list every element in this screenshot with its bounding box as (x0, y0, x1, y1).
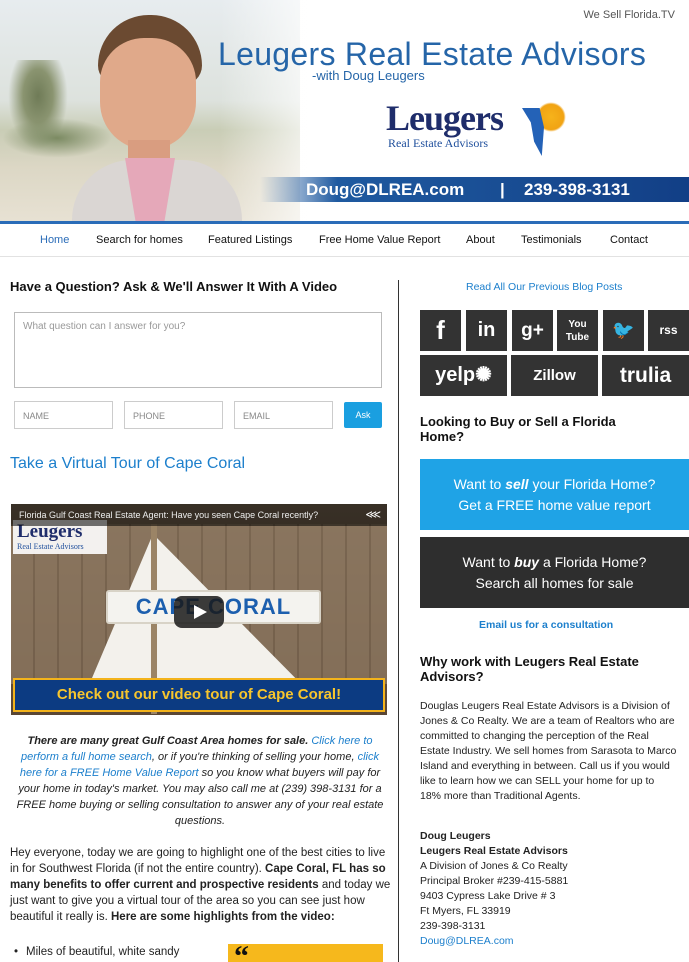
body-paragraph: Hey everyone, today we are going to high… (10, 847, 391, 923)
buy-home-button[interactable]: Want to buy a Florida Home? Search all h… (420, 537, 689, 608)
rss-icon[interactable]: rss (648, 310, 689, 351)
header-separator: | (500, 180, 505, 199)
ask-button[interactable]: Ask (344, 402, 382, 428)
logo-tag-text: Real Estate Advisors (388, 136, 488, 150)
buy-sell-heading: Looking to Buy or Sell a Florida Home? (420, 414, 616, 444)
youtube-icon[interactable]: You Tube (557, 310, 598, 351)
contact-phone[interactable]: 239-398-3131 (420, 919, 568, 934)
trulia-icon[interactable]: trulia (602, 355, 689, 396)
quote-icon: “ (234, 944, 249, 962)
nav-free-home-value[interactable]: Free Home Value Report (319, 234, 440, 246)
email-consultation-link[interactable]: Email us for a consultation (479, 619, 613, 631)
nav-featured-listings[interactable]: Featured Listings (208, 234, 292, 246)
header-phone[interactable]: 239-398-3131 (524, 177, 630, 202)
contact-division: A Division of Jones & Co Realty (420, 860, 568, 872)
main-nav: Home Search for homes Featured Listings … (0, 224, 689, 257)
video-caption: Check out our video tour of Cape Coral! (13, 678, 385, 712)
linkedin-icon[interactable]: in (466, 310, 507, 351)
name-input[interactable]: NAME (14, 401, 113, 429)
contact-broker: Principal Broker #239-415-5881 (420, 875, 569, 887)
contact-bar: Doug@DLREA.com | 239-398-3131 (260, 177, 689, 202)
nav-home[interactable]: Home (40, 234, 69, 246)
facebook-icon[interactable]: f (420, 310, 461, 351)
video-title: Florida Gulf Coast Real Estate Agent: Ha… (19, 510, 319, 520)
contact-city: Ft Myers, FL 33919 (420, 905, 511, 917)
google-plus-icon[interactable]: g+ (512, 310, 553, 351)
site-tagline: We Sell Florida.TV (583, 9, 676, 21)
video-title-bar[interactable]: Florida Gulf Coast Real Estate Agent: Ha… (11, 504, 387, 526)
email-input[interactable]: EMAIL (234, 401, 333, 429)
site-title: Leugers Real Estate Advisors (218, 36, 647, 72)
nav-search-homes[interactable]: Search for homes (96, 234, 183, 246)
contact-name: Doug Leugers (420, 830, 491, 842)
contact-block: Doug Leugers Leugers Real Estate Advisor… (420, 829, 568, 949)
contact-email-link[interactable]: Doug@DLREA.com (420, 935, 514, 947)
site-subtitle: -with Doug Leugers (312, 68, 425, 83)
blog-posts-link[interactable]: Read All Our Previous Blog Posts (466, 281, 622, 293)
florida-map-icon (522, 108, 544, 156)
tour-heading: Take a Virtual Tour of Cape Coral (10, 455, 246, 472)
brand-logo[interactable]: Leugers Real Estate Advisors (386, 98, 566, 156)
nav-contact[interactable]: Contact (610, 234, 648, 246)
list-item: Miles of beautiful, white sandy (14, 946, 179, 958)
contact-company: Leugers Real Estate Advisors (420, 845, 568, 857)
nav-testimonials[interactable]: Testimonials (521, 234, 582, 246)
logo-brand-text: Leugers (386, 98, 504, 138)
question-title: Have a Question? Ask & We'll Answer It W… (10, 279, 338, 294)
zillow-icon[interactable]: Zillow (511, 355, 598, 396)
why-heading: Why work with Leugers Real Estate Adviso… (420, 654, 639, 684)
intro-paragraph: There are many great Gulf Coast Area hom… (16, 735, 384, 827)
phone-input[interactable]: PHONE (124, 401, 223, 429)
header-email[interactable]: Doug@DLREA.com (306, 177, 464, 202)
twitter-icon[interactable]: 🐦 (603, 310, 644, 351)
why-paragraph: Douglas Leugers Real Estate Advisors is … (420, 700, 677, 802)
shrub-image (2, 118, 112, 158)
question-textarea[interactable]: What question can I answer for you? (14, 312, 382, 388)
column-divider (398, 280, 399, 962)
quote-box: “ (228, 944, 383, 962)
yelp-icon[interactable]: yelp✺ (420, 355, 507, 396)
play-button-icon[interactable] (174, 596, 224, 628)
share-icon[interactable]: ⋘ (365, 504, 381, 526)
site-header: We Sell Florida.TV Leugers Real Estate A… (0, 0, 689, 224)
sell-home-button[interactable]: Want to sell your Florida Home? Get a FR… (420, 459, 689, 530)
video-player[interactable]: CAPE CORAL Leugers Real Estate Advisors … (11, 504, 387, 715)
contact-street: 9403 Cypress Lake Drive # 3 (420, 890, 556, 902)
nav-about[interactable]: About (466, 234, 495, 246)
